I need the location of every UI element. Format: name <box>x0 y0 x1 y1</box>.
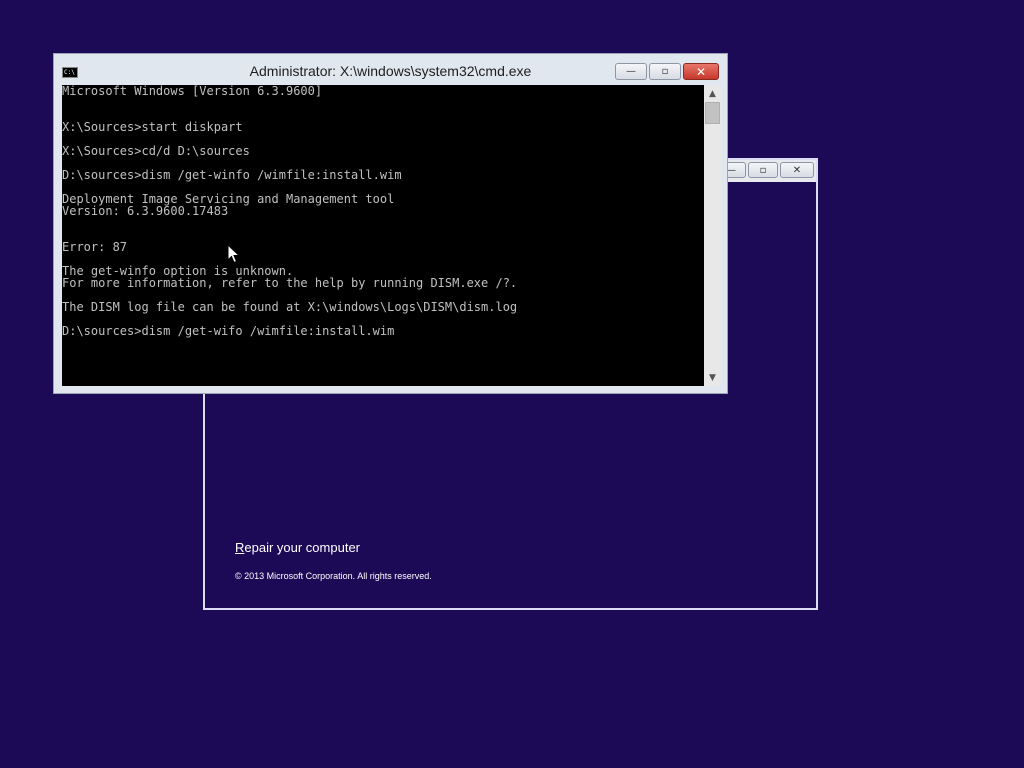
mouse-pointer-icon <box>227 244 241 264</box>
scroll-down-arrow-icon[interactable]: ▼ <box>704 369 721 386</box>
repair-link-accesskey: R <box>235 540 245 555</box>
scroll-up-arrow-icon[interactable]: ▲ <box>704 85 721 102</box>
repair-your-computer-link[interactable]: Repair your computer <box>235 540 360 555</box>
repair-link-label: epair your computer <box>244 540 361 555</box>
cmd-restore-button[interactable]: ▫ <box>649 63 681 80</box>
console-area[interactable]: Microsoft Windows [Version 6.3.9600] X:\… <box>62 85 704 386</box>
setup-close-button[interactable]: ✕ <box>780 162 814 178</box>
cmd-minimize-button[interactable]: — <box>615 63 647 80</box>
copyright-text: © 2013 Microsoft Corporation. All rights… <box>235 571 432 581</box>
setup-caption-buttons: — ▫ ✕ <box>716 162 814 178</box>
console-scrollbar[interactable]: ▲ ▼ <box>704 85 721 386</box>
console-output[interactable]: Microsoft Windows [Version 6.3.9600] X:\… <box>62 85 517 337</box>
cmd-close-button[interactable]: ✕ <box>683 63 719 80</box>
setup-restore-button[interactable]: ▫ <box>748 162 778 178</box>
cmd-caption-buttons: — ▫ ✕ <box>615 63 719 80</box>
cmd-titlebar[interactable]: C:\ Administrator: X:\windows\system32\c… <box>54 54 727 85</box>
scroll-thumb[interactable] <box>705 102 720 124</box>
cmd-window: C:\ Administrator: X:\windows\system32\c… <box>53 53 728 394</box>
